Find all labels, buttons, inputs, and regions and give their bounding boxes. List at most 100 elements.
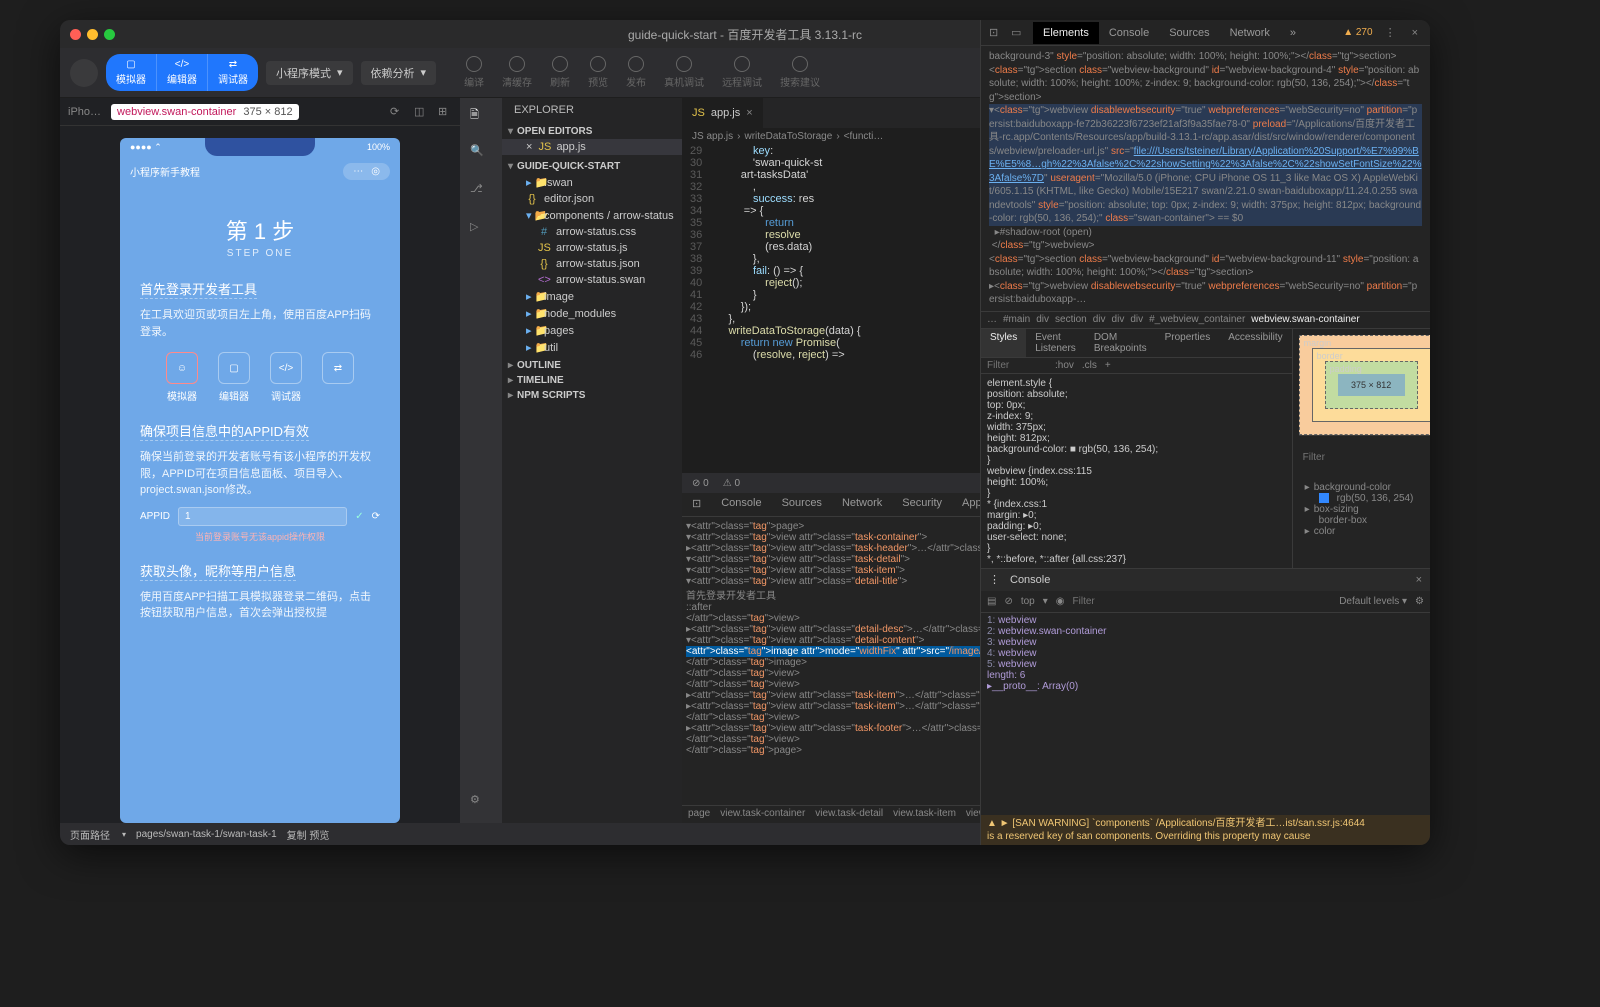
eye-icon[interactable]: ◉ [1056,596,1065,607]
mode-select[interactable]: 小程序模式▾ [266,61,353,85]
rotate-icon[interactable]: ⟳ [390,105,404,119]
file-arrow-status.swan[interactable]: <>arrow-status.swan [502,272,682,288]
console-sidebar-icon[interactable]: ▤ [987,596,996,607]
device-icon[interactable]: ▭ [1011,26,1025,40]
capsule-button[interactable]: ⋯◎ [343,163,390,180]
phone-nav: 小程序新手教程 ⋯◎ [120,157,400,186]
search-suggest-button[interactable]: 搜索建议 [780,56,820,89]
open-editors-header[interactable]: OPEN EDITORS [502,124,682,139]
rstab-listeners[interactable]: Event Listeners [1026,329,1085,357]
inspect-icon[interactable]: ⊡ [989,26,1003,40]
activity-bar: 🗎 🔍 ⎇ ▷ ⚙ [460,98,502,823]
add-rule-icon[interactable]: + [1105,360,1111,371]
warning-badge[interactable]: ▲ 270 [1343,27,1372,38]
outline-header[interactable]: OUTLINE [502,358,682,373]
file-editor.json[interactable]: {}editor.json [502,191,682,207]
dom-tree[interactable]: background-3" style="position: absolute;… [981,46,1430,311]
rstab-properties[interactable]: Properties [1156,329,1220,357]
file-image[interactable]: ▸ 📁image [502,288,682,305]
scm-icon[interactable]: ⎇ [470,182,492,204]
console-output[interactable]: 1: webview2: webview.swan-container3: we… [981,613,1430,816]
appid-check-icon[interactable]: ✓ [355,511,363,522]
cube-icon[interactable]: ◫ [414,105,428,119]
compile-button[interactable]: 编译 [464,56,484,89]
sec1-text: 在工具欢迎页或项目左上角，使用百度APP扫码登录。 [140,307,380,340]
page-path[interactable]: pages/swan-task-1/swan-task-1 [136,829,277,840]
step-subtitle: STEP ONE [140,248,380,259]
debug-icon[interactable]: ▷ [470,220,492,242]
devtools-menu-icon[interactable]: ⋮ [1381,26,1400,39]
cls-button[interactable]: .cls [1082,360,1097,371]
sec2-text: 确保当前登录的开发者账号有该小程序的开发权限，APPID可在项目信息面板、项目导… [140,449,380,499]
simulator-toolbar: iPho… webview.swan-container 375 × 812 ⟳… [60,98,460,126]
npm-scripts-header[interactable]: NPM SCRIPTS [502,388,682,403]
step-title: 第 1 步 [140,214,380,246]
file-components / arrow-status[interactable]: ▾ 📂components / arrow-status [502,207,682,224]
icon-editor: ▢编辑器 [218,352,250,403]
tab-network[interactable]: Network [832,493,892,516]
pill-debugger[interactable]: ⇄调试器 [207,54,258,91]
preview-button[interactable]: 预览 [588,56,608,89]
file-util[interactable]: ▸ 📁util [502,339,682,356]
remote-debug-button[interactable]: 远程调试 [722,56,762,89]
console-close-icon[interactable]: × [1416,574,1422,586]
analysis-select[interactable]: 依赖分析▾ [361,61,437,85]
rtab-elements[interactable]: Elements [1033,22,1099,44]
search-icon[interactable]: 🔍 [470,144,492,166]
file-node_modules[interactable]: ▸ 📁node_modules [502,305,682,322]
tab-security[interactable]: Security [892,493,952,516]
levels-select[interactable]: Default levels ▾ [1339,596,1407,607]
devtools-close-icon[interactable]: × [1408,27,1422,39]
inspect-toggle-icon[interactable]: ⊡ [682,493,711,516]
dom-breadcrumb[interactable]: … #main div section div div div #_webvie… [981,311,1430,329]
console-filter-input[interactable] [1073,596,1332,607]
rtab-more[interactable]: » [1280,22,1306,44]
clear-cache-button[interactable]: 清缓存 [502,56,532,89]
window-min-dot[interactable] [87,29,98,40]
close-tab-icon[interactable]: × [746,107,752,119]
window-close-dot[interactable] [70,29,81,40]
tab-console[interactable]: Console [711,493,771,516]
editor-tab-appjs[interactable]: JSapp.js× [682,98,764,128]
context-select[interactable]: top [1021,596,1035,607]
file-arrow-status.css[interactable]: #arrow-status.css [502,224,682,240]
appid-refresh-icon[interactable]: ⟳ [372,511,380,522]
rtab-network[interactable]: Network [1220,22,1280,44]
pill-simulator[interactable]: ▢模拟器 [106,54,156,91]
computed-filter-input[interactable] [1303,452,1430,463]
console-warning: ▲ ► [SAN WARNING] `components` /Applicat… [981,815,1430,845]
window-max-dot[interactable] [104,29,115,40]
clear-console-icon[interactable]: ⊘ [1004,596,1012,607]
rtab-sources[interactable]: Sources [1159,22,1219,44]
file-.swan[interactable]: ▸ 📁.swan [502,174,682,191]
file-arrow-status.js[interactable]: JSarrow-status.js [502,240,682,256]
device-label[interactable]: iPho… [68,106,101,118]
console-settings-icon[interactable]: ⚙ [1415,596,1424,607]
user-avatar[interactable] [70,59,98,87]
open-file[interactable]: ×JSapp.js [502,139,682,155]
hov-button[interactable]: :hov [1055,360,1074,371]
timeline-header[interactable]: TIMELINE [502,373,682,388]
rstab-a11y[interactable]: Accessibility [1219,329,1291,357]
box-model[interactable]: margin border padding 375 × 812 [1299,335,1430,435]
styles-filter-input[interactable] [987,360,1047,371]
rtab-console[interactable]: Console [1099,22,1159,44]
file-pages[interactable]: ▸ 📁pages [502,322,682,339]
settings-icon[interactable]: ⚙ [470,793,492,815]
rstab-breakpoints[interactable]: DOM Breakpoints [1085,329,1156,357]
path-actions[interactable]: 复制 预览 [287,827,330,842]
appid-input[interactable]: 1 [178,507,347,526]
refresh-button[interactable]: 刷新 [550,56,570,89]
rstab-styles[interactable]: Styles [981,329,1026,357]
publish-button[interactable]: 发布 [626,56,646,89]
dock-icon[interactable]: ⊞ [438,105,452,119]
project-header[interactable]: GUIDE-QUICK-START [502,159,682,174]
device-debug-button[interactable]: 真机调试 [664,56,704,89]
pill-editor[interactable]: </>编辑器 [156,54,207,91]
tab-sources[interactable]: Sources [772,493,832,516]
phone-simulator[interactable]: ●●●● ⌃11:18100% 小程序新手教程 ⋯◎ 第 1 步 STEP ON… [120,138,400,823]
icon-extra: ⇄ [322,352,354,403]
file-arrow-status.json[interactable]: {}arrow-status.json [502,256,682,272]
explorer-icon[interactable]: 🗎 [470,106,492,128]
computed-list[interactable]: ▸ background-color rgb(50, 136, 254) ▸ b… [1299,480,1430,539]
